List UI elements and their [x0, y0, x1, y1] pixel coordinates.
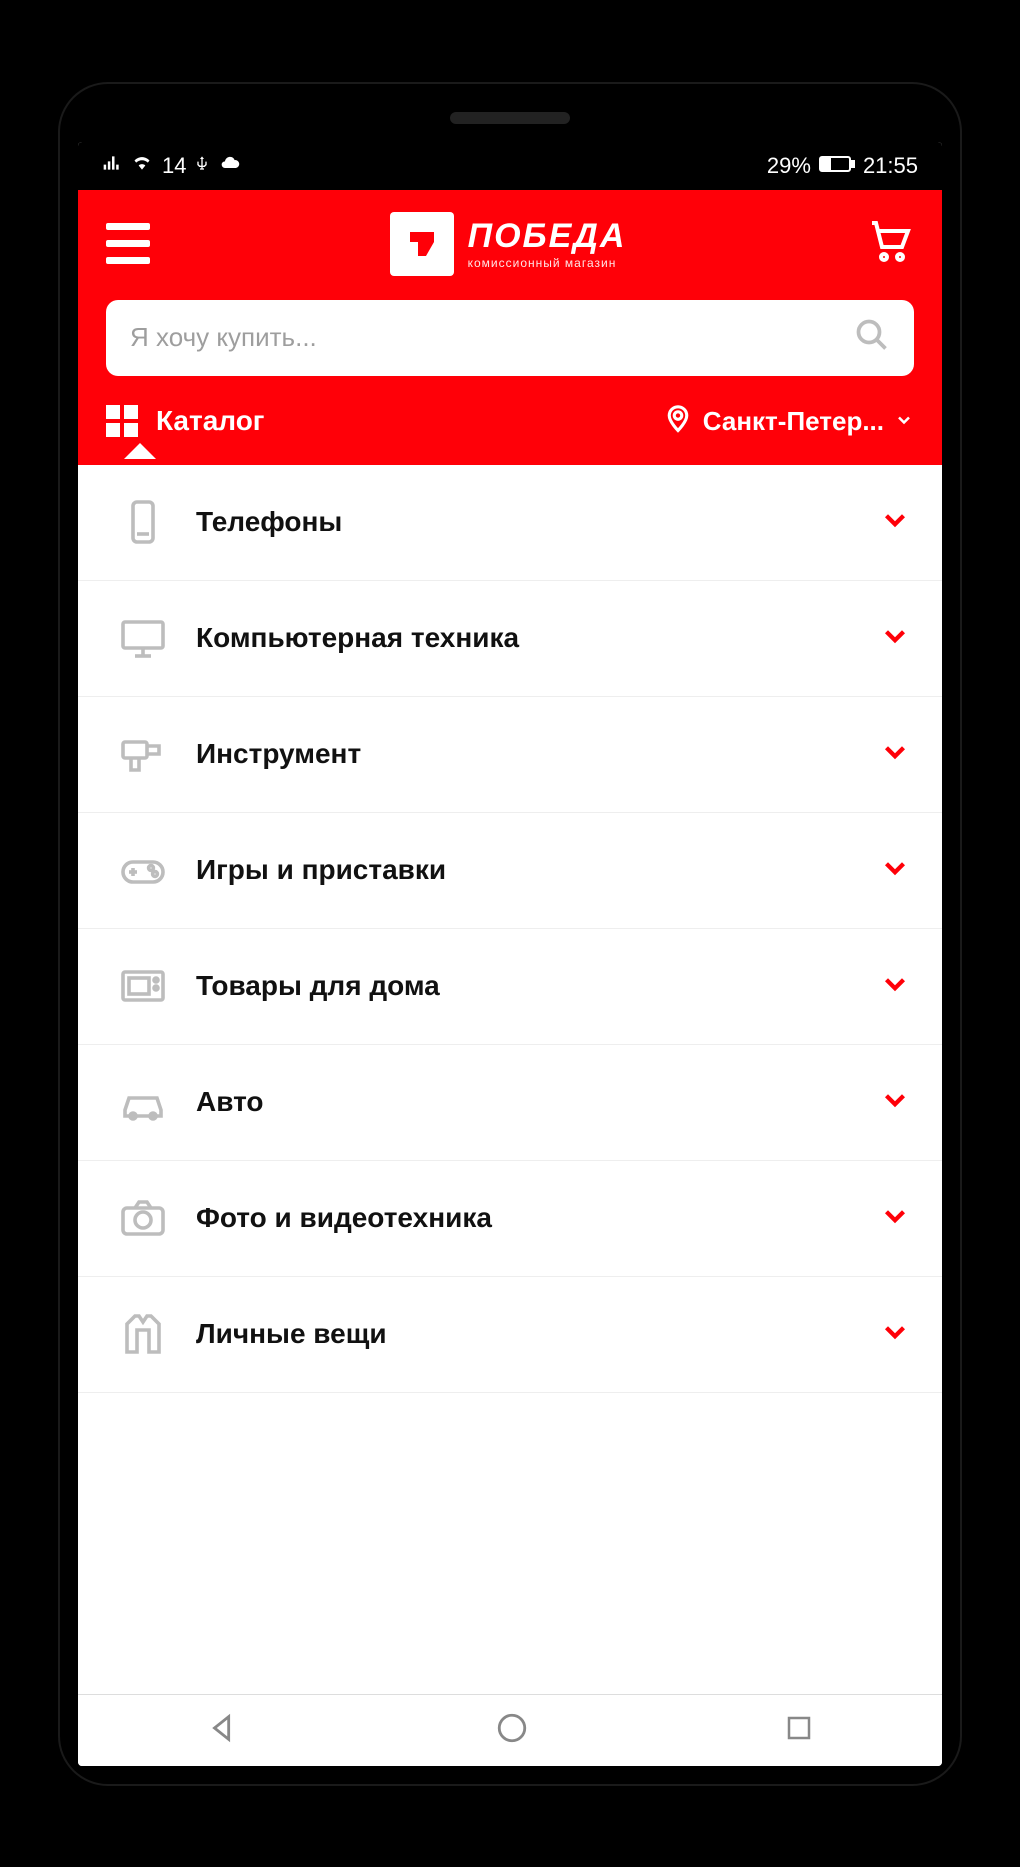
- signal-text: 14: [162, 153, 186, 179]
- category-item[interactable]: Товары для дома: [78, 929, 942, 1045]
- cloud-icon: [218, 153, 242, 179]
- search-input[interactable]: [130, 322, 854, 353]
- car-icon: [108, 1078, 178, 1126]
- usb-icon: [194, 153, 210, 179]
- monitor-icon: [108, 614, 178, 662]
- pin-icon: [663, 400, 693, 443]
- cart-button[interactable]: [866, 217, 914, 270]
- chevron-down-icon: [878, 619, 912, 658]
- category-label: Игры и приставки: [178, 854, 878, 886]
- category-item[interactable]: Телефоны: [78, 465, 942, 581]
- chevron-down-icon: [878, 735, 912, 774]
- logo-subtitle: комиссионный магазин: [468, 256, 627, 270]
- recent-button[interactable]: [784, 1713, 814, 1748]
- menu-button[interactable]: [106, 223, 150, 264]
- device-speaker: [450, 112, 570, 124]
- android-nav: [78, 1694, 942, 1766]
- search-bar[interactable]: [106, 300, 914, 376]
- category-label: Авто: [178, 1086, 878, 1118]
- category-item[interactable]: Фото и видеотехника: [78, 1161, 942, 1277]
- app-header: ПОБЕДА комиссионный магазин: [78, 190, 942, 465]
- catalog-label: Каталог: [156, 405, 264, 437]
- battery-icon: [819, 153, 855, 179]
- back-button[interactable]: [206, 1711, 240, 1750]
- category-item[interactable]: Игры и приставки: [78, 813, 942, 929]
- time-text: 21:55: [863, 153, 918, 179]
- location-label: Санкт-Петер...: [703, 406, 884, 437]
- chevron-down-icon: [878, 503, 912, 542]
- category-label: Товары для дома: [178, 970, 878, 1002]
- catalog-tab[interactable]: Каталог: [106, 405, 264, 437]
- jacket-icon: [108, 1310, 178, 1358]
- category-list: Телефоны Компьютерная техника Инструмент…: [78, 465, 942, 1694]
- wifi-icon: [130, 153, 154, 179]
- gamepad-icon: [108, 846, 178, 894]
- signal-icon: [102, 153, 122, 179]
- grid-icon: [106, 405, 138, 437]
- category-label: Инструмент: [178, 738, 878, 770]
- category-item[interactable]: Авто: [78, 1045, 942, 1161]
- chevron-down-icon: [878, 967, 912, 1006]
- home-button[interactable]: [495, 1711, 529, 1750]
- drill-icon: [108, 730, 178, 778]
- category-item[interactable]: Инструмент: [78, 697, 942, 813]
- chevron-down-icon: [878, 1083, 912, 1122]
- logo[interactable]: ПОБЕДА комиссионный магазин: [390, 212, 627, 276]
- chevron-down-icon: [894, 406, 914, 437]
- phone-icon: [108, 498, 178, 546]
- chevron-down-icon: [878, 1199, 912, 1238]
- search-icon[interactable]: [854, 317, 890, 358]
- category-label: Компьютерная техника: [178, 622, 878, 654]
- category-label: Фото и видеотехника: [178, 1202, 878, 1234]
- battery-text: 29%: [767, 153, 811, 179]
- category-item[interactable]: Личные вещи: [78, 1277, 942, 1393]
- camera-icon: [108, 1194, 178, 1242]
- chevron-down-icon: [878, 1315, 912, 1354]
- chevron-down-icon: [878, 851, 912, 890]
- logo-title: ПОБЕДА: [468, 217, 627, 256]
- logo-icon: [390, 212, 454, 276]
- category-label: Личные вещи: [178, 1318, 878, 1350]
- microwave-icon: [108, 962, 178, 1010]
- status-bar: 14 29% 21:55: [78, 142, 942, 190]
- category-label: Телефоны: [178, 506, 878, 538]
- category-item[interactable]: Компьютерная техника: [78, 581, 942, 697]
- location-selector[interactable]: Санкт-Петер...: [663, 400, 914, 443]
